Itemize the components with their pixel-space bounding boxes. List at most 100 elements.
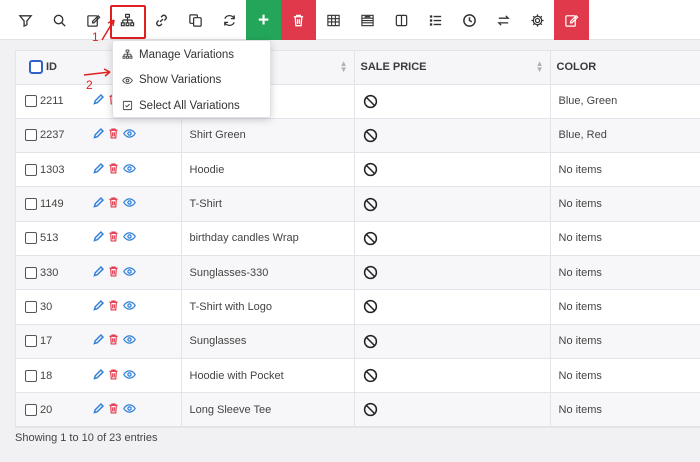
row-checkbox[interactable] [25, 335, 37, 348]
row-checkbox[interactable] [25, 403, 37, 416]
column-color[interactable]: COLOR [550, 51, 700, 85]
row-checkbox[interactable] [25, 95, 37, 108]
no-sale-icon [363, 128, 378, 143]
row-checkbox[interactable] [25, 232, 37, 245]
delete-trash-icon[interactable] [107, 127, 120, 143]
delete-trash-icon[interactable] [107, 265, 120, 281]
delete-trash-icon[interactable] [107, 299, 120, 315]
sale-price-cell[interactable] [354, 221, 551, 256]
show-variations-item[interactable]: Show Variations [113, 68, 270, 94]
add-button[interactable]: + [246, 0, 281, 40]
row-checkbox[interactable] [25, 163, 37, 176]
edit-pencil-icon[interactable] [92, 196, 105, 212]
edit-pencil-icon[interactable] [92, 299, 105, 315]
row-checkbox[interactable] [25, 129, 37, 142]
table-row: 2237 Shirt Green Blue, Red [16, 118, 700, 154]
color-cell[interactable]: No items [550, 392, 700, 428]
color-cell[interactable]: No items [550, 289, 700, 325]
title-cell[interactable]: Hoodie with Pocket [181, 358, 355, 394]
list-icon[interactable] [418, 0, 452, 40]
sale-price-cell[interactable] [354, 152, 551, 188]
view-eye-icon[interactable] [123, 196, 136, 212]
title-cell[interactable]: Shirt Green [181, 118, 355, 154]
table-icon[interactable] [316, 0, 350, 40]
color-cell[interactable]: No items [550, 186, 700, 222]
sale-price-cell[interactable] [354, 186, 551, 222]
id-cell: 1303 [16, 152, 182, 188]
view-eye-icon[interactable] [123, 162, 136, 178]
sale-price-cell[interactable] [354, 289, 551, 325]
sort-icon[interactable]: ▲ ▼ [536, 60, 544, 74]
row-checkbox[interactable] [25, 300, 37, 313]
color-cell[interactable]: Blue, Green [550, 84, 700, 119]
color-cell[interactable]: No items [550, 324, 700, 359]
view-eye-icon[interactable] [123, 333, 136, 349]
delete-trash-icon[interactable] [107, 230, 120, 246]
manage-variations-item[interactable]: Manage Variations [113, 42, 270, 68]
color-cell[interactable]: No items [550, 358, 700, 394]
edit-pencil-icon[interactable] [92, 265, 105, 281]
edit-pencil-icon[interactable] [92, 333, 105, 349]
bulk-edit-button[interactable] [554, 0, 589, 40]
delete-trash-icon[interactable] [107, 333, 120, 349]
duplicate-icon[interactable] [178, 0, 212, 40]
sale-price-cell[interactable] [354, 324, 551, 359]
table-row: 1303 Hoodie No items [16, 152, 700, 188]
edit-pencil-icon[interactable] [92, 230, 105, 246]
link-icon[interactable] [144, 0, 178, 40]
search-icon[interactable] [42, 0, 76, 40]
edit-pencil-icon[interactable] [92, 402, 105, 418]
no-sale-icon [363, 368, 378, 383]
delete-trash-icon[interactable] [107, 368, 120, 384]
title-cell[interactable]: T-Shirt with Logo [181, 289, 355, 325]
select-all-variations-item[interactable]: Select All Variations [113, 93, 270, 119]
view-eye-icon[interactable] [123, 127, 136, 143]
delete-trash-icon[interactable] [107, 196, 120, 212]
sale-price-cell[interactable] [354, 84, 551, 119]
title-cell[interactable]: T-Shirt [181, 186, 355, 222]
columns-icon[interactable] [384, 0, 418, 40]
row-checkbox[interactable] [25, 198, 37, 211]
color-cell[interactable]: Blue, Red [550, 118, 700, 154]
column-sale-price[interactable]: SALE PRICE ▲ ▼ [354, 51, 551, 85]
title-cell[interactable]: Sunglasses [181, 324, 355, 359]
sort-icon[interactable]: ▲ ▼ [340, 60, 348, 74]
grid-icon[interactable] [350, 0, 384, 40]
sale-price-cell[interactable] [354, 392, 551, 428]
row-checkbox[interactable] [25, 266, 37, 279]
view-eye-icon[interactable] [123, 230, 136, 246]
view-eye-icon[interactable] [123, 402, 136, 418]
delete-trash-icon[interactable] [107, 162, 120, 178]
delete-button[interactable] [281, 0, 316, 40]
edit-pencil-icon[interactable] [92, 368, 105, 384]
color-cell[interactable]: No items [550, 255, 700, 291]
delete-trash-icon[interactable] [107, 402, 120, 418]
table-row: 17 Sunglasses No items [16, 324, 700, 359]
clock-icon[interactable] [452, 0, 486, 40]
title-cell[interactable]: Hoodie [181, 152, 355, 188]
sale-price-cell[interactable] [354, 118, 551, 154]
select-all-checkbox[interactable] [29, 60, 43, 75]
view-eye-icon[interactable] [123, 299, 136, 315]
id-cell: 1149 [16, 186, 182, 222]
title-cell[interactable]: Sunglasses-330 [181, 255, 355, 291]
edit-pencil-icon[interactable] [92, 93, 105, 109]
row-checkbox[interactable] [25, 369, 37, 382]
color-cell[interactable]: No items [550, 152, 700, 188]
color-cell[interactable]: No items [550, 221, 700, 256]
gear-icon[interactable] [520, 0, 554, 40]
filter-icon[interactable] [8, 0, 42, 40]
checkbox-icon [122, 101, 133, 111]
sale-price-cell[interactable] [354, 255, 551, 291]
title-cell[interactable]: Long Sleeve Tee [181, 392, 355, 428]
title-cell[interactable]: birthday candles Wrap [181, 221, 355, 256]
table-row: 20 Long Sleeve Tee No items [16, 392, 700, 428]
view-eye-icon[interactable] [123, 368, 136, 384]
refresh-icon[interactable] [212, 0, 246, 40]
table-row: 30 T-Shirt with Logo No items [16, 289, 700, 325]
edit-pencil-icon[interactable] [92, 162, 105, 178]
swap-icon[interactable] [486, 0, 520, 40]
view-eye-icon[interactable] [123, 265, 136, 281]
sale-price-cell[interactable] [354, 358, 551, 394]
edit-pencil-icon[interactable] [92, 127, 105, 143]
